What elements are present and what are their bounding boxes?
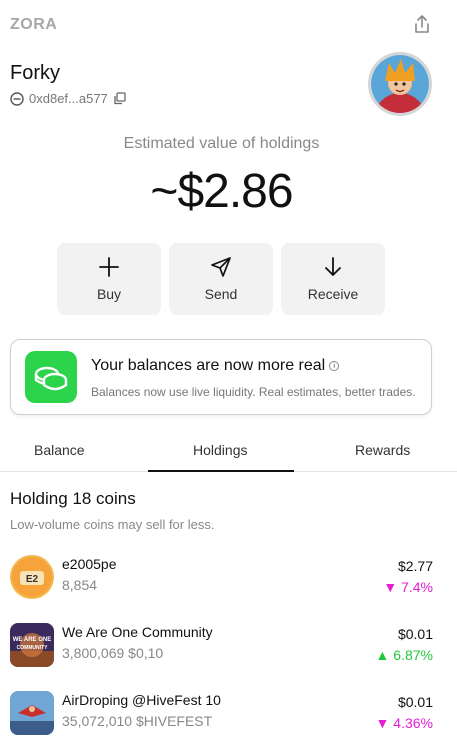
coin-value: $0.01 bbox=[397, 694, 433, 710]
tab-bar: Balance Holdings Rewards bbox=[0, 432, 457, 472]
profile-name: Forky bbox=[10, 62, 60, 84]
app-logo[interactable]: ZORA bbox=[10, 16, 57, 34]
receive-button[interactable]: Receive bbox=[281, 243, 385, 315]
coin-avatar bbox=[10, 691, 54, 735]
holdings-title: Holding 18 coins bbox=[10, 489, 136, 508]
coin-change: ▼ 4.36% bbox=[376, 715, 433, 731]
top-bar: ZORA bbox=[0, 0, 457, 52]
triangle-down-icon: ▼ bbox=[383, 579, 398, 595]
coin-name: e2005pe bbox=[62, 556, 117, 572]
tab-holdings[interactable]: Holdings bbox=[193, 442, 247, 458]
coin-row[interactable]: E2 e2005pe 8,854 $2.77 ▼ 7.4% bbox=[0, 555, 457, 611]
copy-icon[interactable] bbox=[113, 92, 126, 105]
active-tab-indicator bbox=[148, 470, 294, 472]
coin-value: $2.77 bbox=[397, 558, 433, 574]
holdings-subtitle: Low-volume coins may sell for less. bbox=[10, 517, 215, 532]
avatar[interactable] bbox=[368, 52, 432, 116]
tab-balance[interactable]: Balance bbox=[34, 442, 85, 458]
share-icon[interactable] bbox=[413, 14, 431, 34]
coin-badge-text: E2 bbox=[26, 574, 39, 585]
triangle-down-icon: ▼ bbox=[375, 715, 390, 731]
coin-avatar: E2 bbox=[10, 555, 54, 599]
svg-text:WE ARE ONE: WE ARE ONE bbox=[13, 637, 51, 643]
buy-button[interactable]: Buy bbox=[57, 243, 161, 315]
coins-icon bbox=[25, 351, 77, 403]
tab-rewards[interactable]: Rewards bbox=[355, 442, 410, 458]
coin-change-value: 6.87% bbox=[393, 647, 433, 663]
send-label: Send bbox=[204, 286, 238, 302]
action-buttons: Buy Send Receive bbox=[57, 243, 385, 315]
buy-label: Buy bbox=[96, 286, 122, 302]
coin-change: ▲ 6.87% bbox=[376, 647, 433, 663]
coin-row[interactable]: WE ARE ONE COMMUNITY We Are One Communit… bbox=[0, 623, 457, 679]
svg-text:COMMUNITY: COMMUNITY bbox=[17, 645, 48, 651]
plus-icon bbox=[99, 257, 119, 277]
coin-name: AirDroping @HiveFest 10 bbox=[62, 692, 221, 708]
banner-title-text: Your balances are now more real bbox=[91, 357, 326, 374]
avatar-image bbox=[371, 55, 429, 113]
coin-change-value: 7.4% bbox=[401, 579, 433, 595]
estimated-value: ~$2.86 bbox=[150, 165, 293, 218]
coin-change-value: 4.36% bbox=[393, 715, 433, 731]
coin-amount: 8,854 bbox=[62, 577, 98, 593]
triangle-up-icon: ▲ bbox=[375, 647, 390, 663]
coin-avatar: WE ARE ONE COMMUNITY bbox=[10, 623, 54, 667]
send-icon bbox=[211, 257, 231, 277]
receive-label: Receive bbox=[307, 286, 359, 302]
coin-row[interactable]: AirDroping @HiveFest 10 35,072,010 $HIVE… bbox=[0, 691, 457, 747]
wallet-address: 0xd8ef...a577 bbox=[29, 91, 108, 106]
coin-change: ▼ 7.4% bbox=[383, 579, 433, 595]
send-button[interactable]: Send bbox=[169, 243, 273, 315]
coin-amount: 35,072,010 $HIVEFEST bbox=[62, 713, 213, 729]
info-icon[interactable]: i bbox=[329, 360, 340, 371]
wallet-icon bbox=[10, 91, 24, 106]
coin-amount: 3,800,069 $0,10 bbox=[62, 645, 164, 661]
banner-title: Your balances are now more real i bbox=[91, 357, 340, 375]
arrow-down-icon bbox=[325, 257, 341, 276]
coin-name: We Are One Community bbox=[62, 624, 213, 640]
banner-subtitle: Balances now use live liquidity. Real es… bbox=[91, 385, 416, 399]
estimated-value-label: Estimated value of holdings bbox=[123, 135, 320, 152]
coin-value: $0.01 bbox=[397, 626, 433, 642]
wallet-address-row[interactable]: 0xd8ef...a577 bbox=[10, 91, 126, 106]
live-liquidity-banner[interactable]: Your balances are now more real i Balance… bbox=[10, 339, 432, 415]
